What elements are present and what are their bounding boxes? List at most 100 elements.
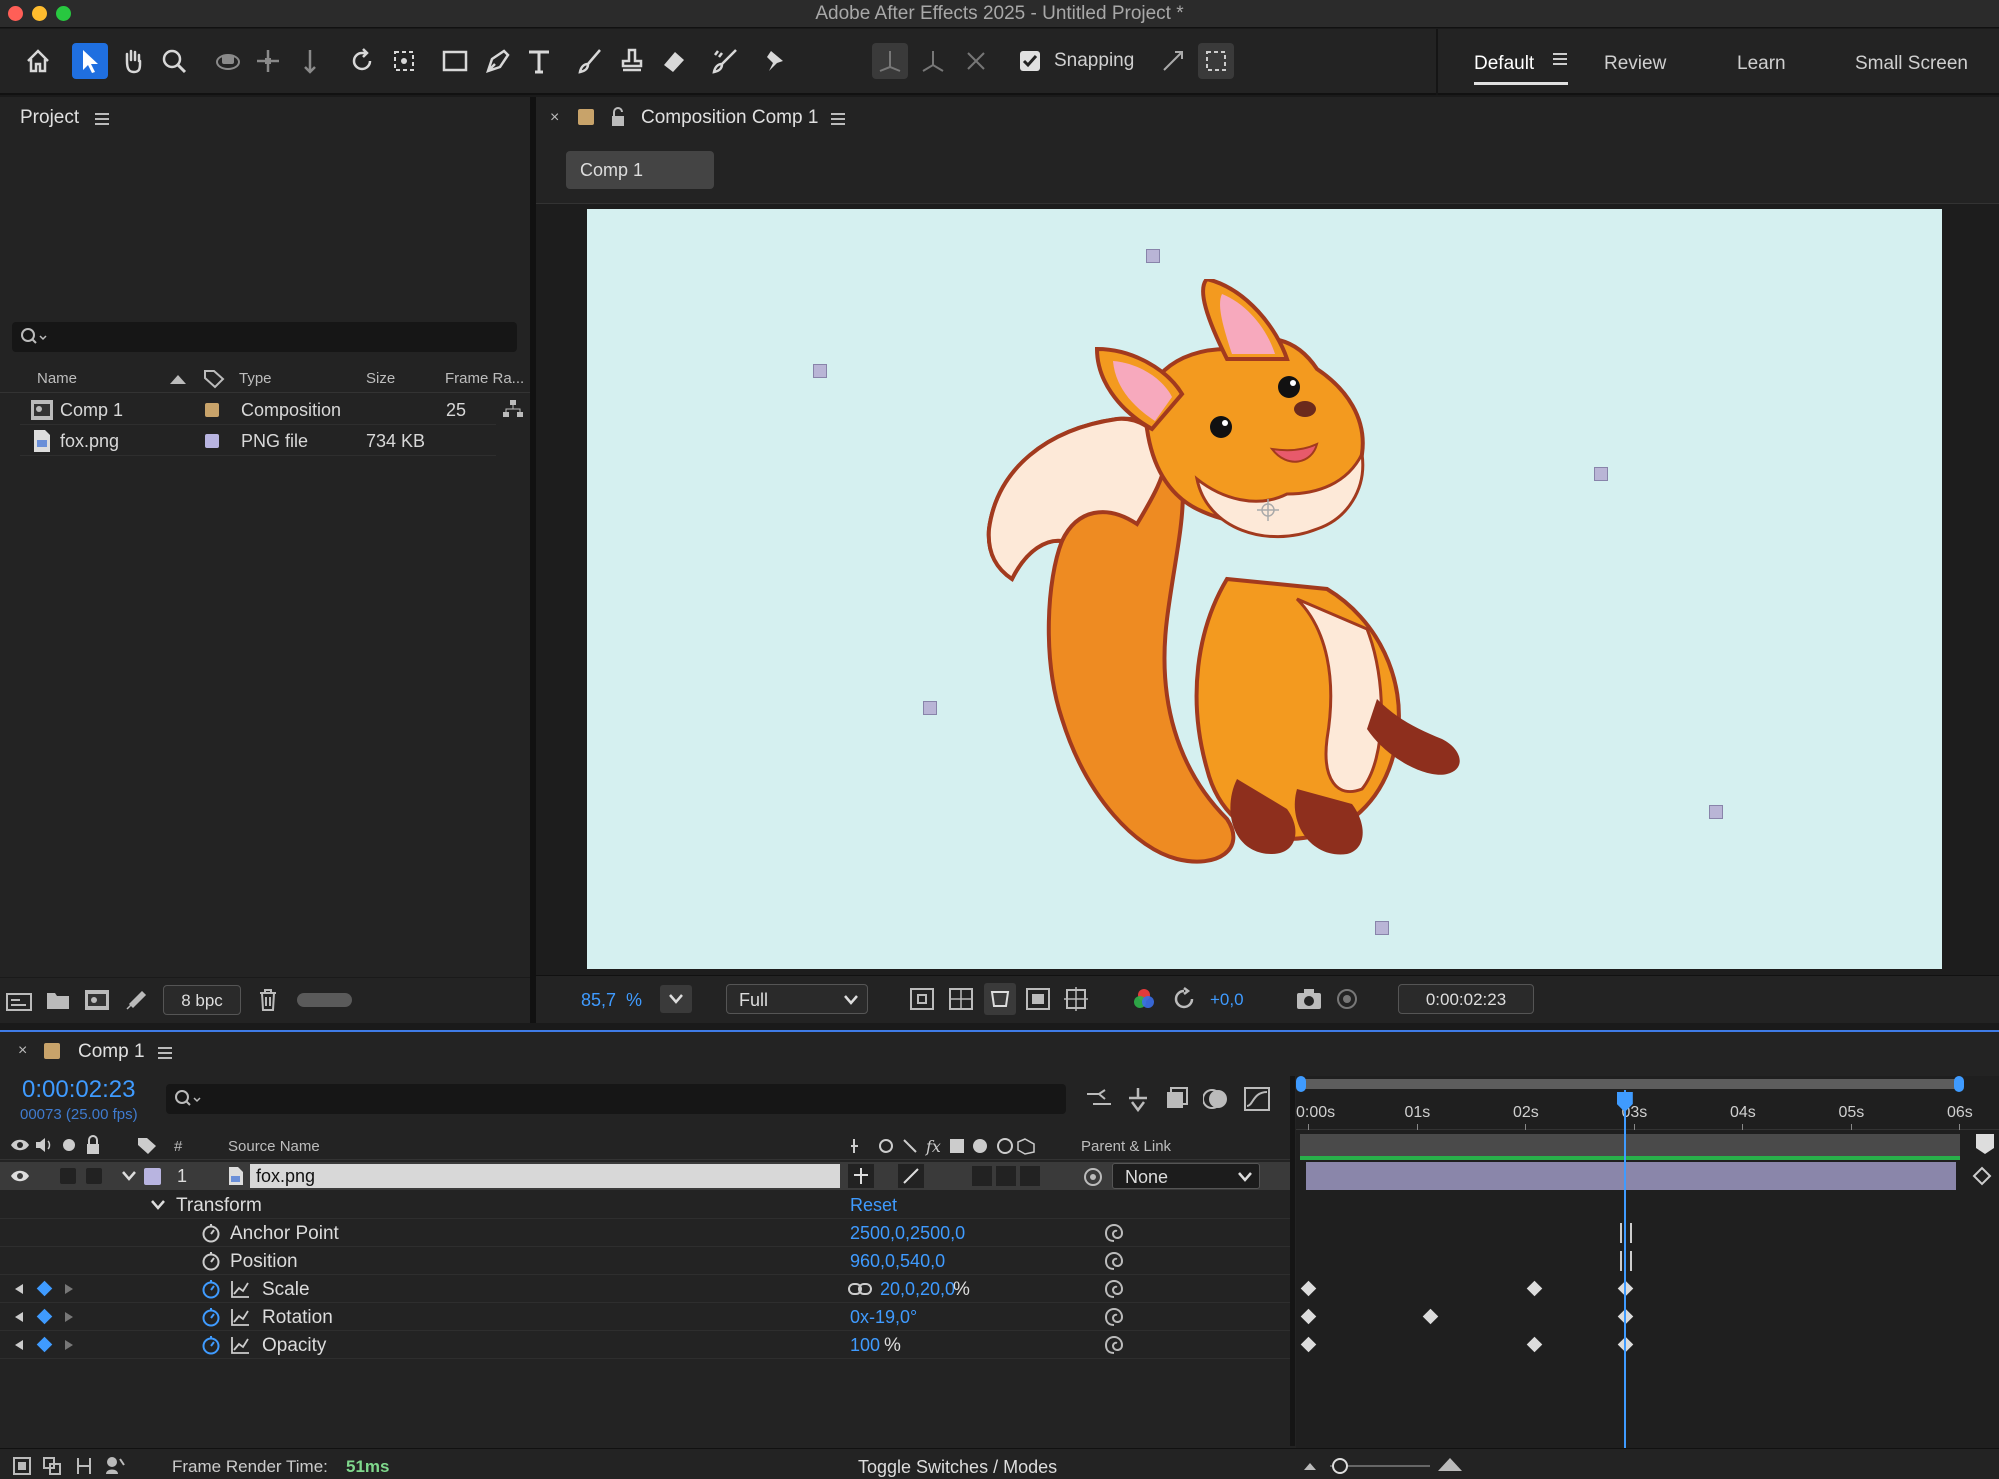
frame-blending-icon[interactable] — [1164, 1086, 1190, 1112]
stopwatch-icon[interactable] — [201, 1251, 221, 1271]
column-frame-rate[interactable]: Frame Ra... — [445, 370, 524, 387]
time-zoom-slider-thumb[interactable] — [1332, 1458, 1348, 1474]
lock-icon[interactable] — [610, 107, 626, 127]
pan-camera-icon[interactable] — [250, 43, 286, 79]
work-area-bar[interactable] — [1300, 1079, 1960, 1089]
trash-icon[interactable] — [258, 988, 278, 1012]
expression-pick-whip-icon[interactable] — [1104, 1279, 1124, 1299]
timeline-panel-menu-icon[interactable] — [157, 1045, 173, 1066]
column-size[interactable]: Size — [366, 370, 395, 387]
interpret-footage-icon[interactable] — [6, 990, 32, 1012]
snap-edges-icon[interactable] — [1155, 43, 1191, 79]
local-axis-icon[interactable] — [915, 43, 951, 79]
expression-pick-whip-icon[interactable] — [1104, 1223, 1124, 1243]
timeline-search-input[interactable] — [166, 1084, 1066, 1114]
layer-label-swatch[interactable] — [144, 1168, 161, 1185]
label-tag-icon[interactable] — [136, 1136, 158, 1156]
region-of-interest-icon[interactable] — [910, 988, 934, 1010]
orbit-camera-icon[interactable] — [210, 43, 246, 79]
current-timecode[interactable]: 0:00:02:23 — [22, 1076, 135, 1104]
expression-pick-whip-icon[interactable] — [1104, 1307, 1124, 1327]
keyframe[interactable] — [1300, 1336, 1317, 1353]
resolution-select[interactable]: Full — [726, 984, 868, 1014]
layer-out-marker-icon[interactable] — [1972, 1166, 1996, 1186]
transform-group-row[interactable]: Transform Reset — [0, 1191, 1290, 1219]
transparency-grid-icon[interactable] — [949, 988, 973, 1010]
chevron-down-icon[interactable] — [121, 1170, 137, 1182]
label-swatch[interactable] — [205, 403, 219, 417]
toggle-switches-modes-button[interactable]: Toggle Switches / Modes — [858, 1457, 1057, 1478]
solo-switch[interactable] — [60, 1168, 76, 1184]
composition-viewer[interactable] — [536, 203, 1999, 975]
graph-icon[interactable] — [230, 1280, 250, 1298]
add-keyframe-icon[interactable] — [36, 1336, 53, 1353]
work-area-start-handle[interactable] — [1296, 1076, 1306, 1092]
time-navigator[interactable] — [1300, 1134, 1960, 1158]
current-time-field[interactable]: 0:00:02:23 — [1398, 984, 1534, 1014]
next-keyframe-icon[interactable] — [64, 1339, 74, 1351]
home-icon[interactable] — [20, 43, 56, 79]
layer-handle[interactable] — [923, 701, 937, 715]
zoom-in-time-icon[interactable] — [1436, 1455, 1464, 1473]
property-value[interactable]: 960,0,540,0 — [850, 1251, 945, 1272]
graph-editor-icon[interactable] — [1243, 1086, 1271, 1112]
render-time-toggle-icon[interactable] — [104, 1455, 126, 1475]
previous-keyframe-icon[interactable] — [14, 1339, 24, 1351]
previous-keyframe-icon[interactable] — [14, 1311, 24, 1323]
reset-exposure-icon[interactable] — [1172, 987, 1196, 1011]
in-out-toggle-icon[interactable] — [74, 1456, 94, 1476]
puppet-pin-icon[interactable] — [757, 43, 793, 79]
property-value[interactable]: 20,0,20,0 — [880, 1279, 955, 1300]
project-panel-menu-icon[interactable] — [94, 111, 110, 132]
rectangle-icon[interactable] — [437, 43, 473, 79]
3d-layer-switch[interactable] — [1020, 1166, 1040, 1186]
solo-icon[interactable] — [62, 1138, 76, 1152]
motion-blur-switch[interactable] — [972, 1166, 992, 1186]
eye-icon[interactable] — [10, 1138, 30, 1152]
transform-reset-link[interactable]: Reset — [850, 1195, 897, 1216]
zoom-dropdown[interactable] — [660, 985, 692, 1013]
add-keyframe-icon[interactable] — [36, 1280, 53, 1297]
keyframe[interactable] — [1300, 1280, 1317, 1297]
parent-select[interactable]: None — [1112, 1163, 1260, 1189]
layer-switches-toggle-icon[interactable] — [12, 1456, 32, 1476]
motion-blur-icon[interactable] — [1203, 1086, 1229, 1112]
list-item[interactable]: fox.png PNG file 734 KB — [20, 426, 496, 456]
stopwatch-active-icon[interactable] — [201, 1335, 221, 1355]
time-ruler[interactable]: 0:00s 01s 02s 03s 04s 05s 06s — [1296, 1096, 1999, 1130]
property-row-position[interactable]: Position 960,0,540,0 — [0, 1247, 1290, 1275]
pick-whip-icon[interactable] — [1083, 1167, 1103, 1187]
composition-canvas[interactable] — [587, 209, 1942, 969]
graph-icon[interactable] — [230, 1308, 250, 1326]
eye-icon[interactable] — [10, 1169, 30, 1183]
zoom-icon[interactable] — [156, 43, 192, 79]
layer-handle[interactable] — [1709, 805, 1723, 819]
layer-handle[interactable] — [1594, 467, 1608, 481]
playhead[interactable] — [1623, 1090, 1626, 1448]
previous-keyframe-icon[interactable] — [14, 1283, 24, 1295]
mask-visibility-button[interactable] — [984, 983, 1016, 1015]
draft-3d-icon[interactable] — [1125, 1086, 1151, 1112]
zoom-value[interactable]: 85,7 — [581, 990, 616, 1011]
clone-stamp-icon[interactable] — [614, 43, 650, 79]
stopwatch-active-icon[interactable] — [201, 1279, 221, 1299]
workspace-review[interactable]: Review — [1604, 53, 1666, 75]
constrain-proportions-icon[interactable] — [848, 1281, 872, 1297]
label-swatch[interactable] — [205, 434, 219, 448]
comp-marker-bin-icon[interactable] — [1976, 1134, 1994, 1154]
bit-depth-button[interactable]: 8 bpc — [163, 985, 241, 1015]
layer-handle[interactable] — [1146, 249, 1160, 263]
quality-switch[interactable] — [898, 1164, 924, 1188]
layer-handle[interactable] — [813, 364, 827, 378]
pen-icon[interactable] — [480, 43, 516, 79]
type-icon[interactable] — [521, 43, 557, 79]
expression-pick-whip-icon[interactable] — [1104, 1335, 1124, 1355]
expression-pick-whip-icon[interactable] — [1104, 1251, 1124, 1271]
close-panel-icon[interactable]: × — [550, 109, 559, 127]
property-row-anchor-point[interactable]: Anchor Point 2500,0,2500,0 — [0, 1219, 1290, 1247]
keyframe[interactable] — [1526, 1280, 1542, 1297]
roto-brush-icon[interactable] — [707, 43, 743, 79]
zoom-out-time-icon[interactable] — [1302, 1458, 1318, 1472]
selection-icon[interactable] — [72, 43, 108, 79]
graph-icon[interactable] — [230, 1336, 250, 1354]
